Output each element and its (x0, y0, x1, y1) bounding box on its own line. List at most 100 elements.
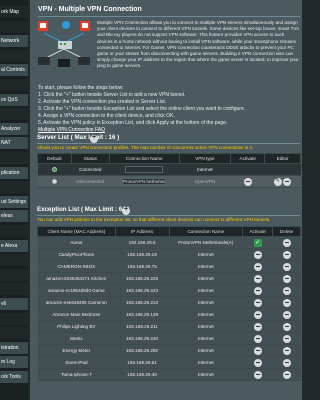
table-row: Mutrix 192.168.29.240 Internet (37, 332, 301, 345)
activate-toggle[interactable] (253, 346, 262, 355)
steps-list: To start, please follow the steps below:… (38, 85, 300, 128)
connection-name: Internet (169, 308, 243, 321)
client-name: amazon-e4e648495 Cameron (37, 296, 116, 309)
activate-toggle[interactable] (253, 262, 262, 271)
step-1: 1. Click the "+" button beside Server Li… (38, 92, 186, 99)
connection-name: Internet (169, 296, 243, 309)
activate-toggle[interactable] (253, 298, 262, 307)
activate-toggle[interactable] (253, 286, 262, 295)
table-row: Tuma-iphone-7 192.168.29.40 Internet (37, 368, 301, 381)
delete-icon[interactable] (282, 334, 291, 343)
step-4: 4. Assign a VPN connection to the client… (38, 113, 175, 120)
connection-name-input[interactable] (122, 178, 167, 185)
add-exception-button[interactable] (122, 206, 130, 215)
sidebar-item[interactable]: Analyzer (0, 122, 28, 135)
client-name: Sams-iPad (37, 356, 116, 369)
activate-toggle[interactable] (253, 310, 262, 319)
step-0: To start, please follow the steps below: (38, 85, 124, 91)
ip-address: 192.168.29.40 (115, 368, 169, 381)
connection-name: Internet (169, 356, 243, 369)
connection-name: Internet (169, 332, 243, 345)
sidebar-item[interactable]: ork Map (0, 6, 28, 18)
ip-address: 192.168.29.211 (115, 320, 169, 333)
sidebar-item[interactable]: al Controls (0, 64, 28, 77)
ip-address: 192.168.29.213 (115, 296, 169, 309)
delete-icon[interactable] (282, 298, 291, 307)
connection-name-input[interactable] (125, 165, 164, 173)
sidebar-item[interactable]: e Alexa (0, 239, 28, 252)
table-row: Connected Internet (37, 163, 301, 176)
col-header: Status (70, 153, 110, 164)
client-name: amazon-cc1954d9d0 Game (37, 284, 116, 297)
client-name: Mutrix (37, 332, 116, 345)
activate-toggle[interactable] (253, 334, 262, 343)
sidebar-item[interactable]: plication (0, 166, 28, 179)
delete-icon[interactable] (283, 177, 292, 186)
activate-toggle[interactable] (253, 358, 262, 367)
delete-icon[interactable] (282, 238, 291, 247)
delete-icon[interactable] (282, 346, 291, 355)
col-header: Default (37, 153, 72, 164)
ip-address: 192.168.29.5 (115, 236, 169, 249)
intro-text: Multiple VPN Connection allows you to co… (97, 20, 299, 69)
divider (38, 16, 300, 17)
sidebar-item (0, 108, 28, 121)
activate-check-icon[interactable]: ✓ (253, 238, 262, 247)
activate-toggle[interactable] (253, 370, 262, 379)
delete-icon[interactable] (282, 262, 291, 271)
sidebar-item (0, 268, 28, 281)
sidebar-item[interactable]: eless (0, 210, 28, 223)
default-radio[interactable] (51, 178, 57, 184)
server-list-table: Default Status Connection Name VPN type … (37, 153, 301, 188)
vpn-diagram-illustration (38, 21, 90, 67)
ip-address: 192.168.29.75 (115, 260, 169, 273)
sidebar-item (0, 152, 28, 164)
default-radio[interactable] (51, 166, 57, 172)
sidebar-item (0, 20, 28, 33)
faq-link[interactable]: Multiple VPN Connection FAQ (38, 127, 105, 133)
delete-icon[interactable] (282, 274, 291, 283)
table-row: Philips Lighting BV 192.168.29.211 Interne… (37, 320, 301, 333)
table-row: amazon-cc1954d9d0 Game 192.168.29.223 Inte… (37, 284, 301, 297)
sidebar-item[interactable]: NAT (0, 137, 28, 150)
sidebar-item[interactable]: ork Tools (0, 371, 28, 383)
delete-icon[interactable] (282, 250, 291, 259)
delete-icon[interactable] (282, 322, 291, 331)
activate-toggle[interactable] (243, 177, 252, 186)
vpn-type-cell: OpenVPN (179, 175, 231, 188)
activate-toggle[interactable] (253, 274, 262, 283)
client-name: CandyPicoPhone (37, 248, 116, 261)
delete-icon[interactable] (282, 310, 291, 319)
ip-address: 192.168.29.51 (115, 356, 169, 369)
activate-toggle[interactable] (253, 322, 262, 331)
table-row: Disconnected OpenVPN (37, 175, 301, 188)
sidebar-item (0, 225, 28, 237)
sidebar-item[interactable]: istration (0, 341, 28, 354)
table-row: amazon-6246454271 Kitchen 192.168.29.225 I… (37, 272, 301, 285)
sidebar-item[interactable]: ud Settings (0, 195, 28, 208)
main-panel: VPN - Multiple VPN Connection Multiple V… (30, 0, 302, 400)
delete-icon[interactable] (282, 286, 291, 295)
table-row: Energy Meter 192.168.29.250 Internet (37, 344, 301, 357)
edit-icon[interactable] (273, 177, 282, 186)
sidebar-item (0, 327, 28, 340)
add-server-button[interactable] (90, 134, 98, 143)
connection-name: Internet (169, 368, 243, 381)
delete-icon[interactable] (282, 358, 291, 367)
sidebar-item[interactable]: m Log (0, 356, 28, 369)
activate-toggle[interactable] (253, 250, 262, 259)
server-list-title: Server List ( Max Limit : 16 ) (37, 134, 120, 141)
client-name: CAMERON-XBOX (37, 260, 116, 273)
sidebar-item[interactable]: Network (0, 35, 28, 48)
status-cell: Connected (71, 163, 110, 176)
exception-list-note: You can add VPN policies to the exceptio… (37, 217, 271, 222)
ip-address: 192.168.29.225 (115, 272, 169, 285)
sidebar-item[interactable]: v6 (0, 298, 28, 310)
connection-name: Internet (169, 260, 243, 273)
divider (37, 143, 300, 144)
delete-icon[interactable] (282, 370, 291, 379)
client-name: amazon-6246454271 Kitchen (37, 272, 116, 285)
sidebar: ork Map Network al Controls ce QoS Analyzer… (0, 0, 28, 400)
sidebar-item[interactable]: ce QoS (0, 93, 28, 106)
col-header: Activate (230, 153, 266, 164)
